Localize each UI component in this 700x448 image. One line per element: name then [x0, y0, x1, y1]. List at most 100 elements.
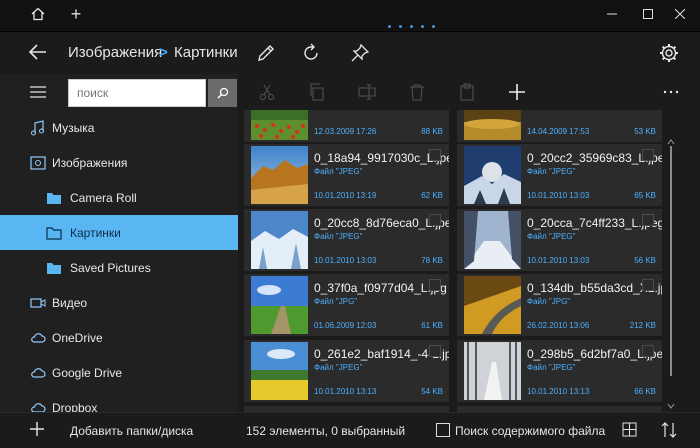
file-size: 61 KB	[421, 321, 443, 330]
file-size: 53 KB	[634, 127, 656, 136]
file-size: 54 KB	[421, 387, 443, 396]
search-button[interactable]	[208, 79, 237, 107]
cloud-icon	[31, 368, 46, 378]
copy-icon[interactable]	[308, 83, 326, 101]
refresh-icon[interactable]	[301, 43, 321, 63]
thumbnail-image	[251, 276, 308, 334]
file-card[interactable]: 0_37f0a_f0977d04_L.jpg Файл "JPG" 01.06.…	[244, 274, 449, 336]
file-date: 01.06.2009 12:03	[314, 321, 377, 330]
file-card[interactable]: 0_20cc2_35969c83_L.jpeg Файл "JPEG" 10.0…	[457, 144, 662, 206]
thumbnail-image	[464, 110, 521, 140]
file-card[interactable]: 0_298b5_6d2bf7a0_L.jpeg Файл "JPEG" 10.0…	[457, 340, 662, 402]
file-size: 62 KB	[421, 191, 443, 200]
home-icon[interactable]	[24, 0, 52, 28]
sort-icon[interactable]	[660, 421, 678, 439]
vertical-scrollbar[interactable]	[664, 110, 700, 412]
select-checkbox[interactable]	[429, 149, 441, 161]
image-icon	[30, 156, 46, 170]
sidebar-item-google-drive[interactable]: Google Drive	[0, 355, 238, 390]
thumbnail-image	[464, 276, 521, 334]
navigation-bar: Изображения > Картинки	[0, 32, 700, 74]
rename-icon[interactable]	[358, 83, 376, 101]
grid-view-icon[interactable]	[622, 422, 638, 438]
file-date: 12.03.2009 17:26	[314, 127, 377, 136]
file-type: Файл "JPEG"	[314, 167, 363, 176]
breadcrumb-images[interactable]: Изображения	[68, 44, 162, 61]
settings-gear-icon[interactable]	[658, 42, 680, 64]
folder-icon	[47, 263, 61, 274]
file-card[interactable]: 14.04.2009 17:53 53 KB	[457, 110, 662, 142]
delete-trash-icon[interactable]	[408, 83, 426, 101]
file-size: 88 KB	[421, 127, 443, 136]
file-date: 10.01.2010 13:13	[527, 387, 590, 396]
thumbnail-image	[251, 211, 308, 269]
sidebar-item-saved-pictures[interactable]: Saved Pictures	[0, 250, 238, 285]
file-card[interactable]: 0_134db_b55da3cd_XL.jpg Файл "JPG" 26.02…	[457, 274, 662, 336]
file-size: 78 KB	[421, 256, 443, 265]
sidebar: Музыка Изображения Camera Roll Картинки …	[0, 74, 238, 448]
select-checkbox[interactable]	[429, 279, 441, 291]
sidebar-item-music[interactable]: Музыка	[0, 110, 238, 145]
select-checkbox[interactable]	[642, 279, 654, 291]
search-input[interactable]	[68, 79, 206, 107]
file-card[interactable]: 0_261e2_baf1914_-4-L.jpeg Файл "JPEG" 10…	[244, 340, 449, 402]
select-checkbox[interactable]	[642, 214, 654, 226]
sidebar-item-onedrive[interactable]: OneDrive	[0, 320, 238, 355]
sidebar-item-pictures[interactable]: Картинки	[0, 215, 238, 250]
sidebar-item-camera-roll[interactable]: Camera Roll	[0, 180, 238, 215]
add-folder-plus-icon[interactable]	[30, 422, 46, 438]
sidebar-item-label: Saved Pictures	[70, 261, 151, 275]
file-card[interactable]: 0_18a94_9917030c_L.jpeg Файл "JPEG" 10.0…	[244, 144, 449, 206]
paste-icon[interactable]	[458, 83, 476, 101]
new-tab-button[interactable]: +	[64, 0, 88, 28]
sidebar-item-label: Dropbox	[52, 401, 98, 412]
sidebar-item-label: Картинки	[70, 226, 121, 240]
content-search-checkbox[interactable]	[436, 423, 450, 437]
file-date: 10.01.2010 13:03	[527, 256, 590, 265]
sidebar-item-label: Музыка	[52, 121, 95, 135]
file-date: 10.01.2010 13:19	[314, 191, 377, 200]
more-options-icon[interactable]	[662, 83, 680, 101]
thumbnail-image	[464, 211, 521, 269]
file-date: 10.01.2010 13:13	[314, 387, 377, 396]
add-new-icon[interactable]	[508, 83, 526, 101]
back-arrow-icon[interactable]	[28, 42, 48, 62]
file-date: 10.01.2010 13:03	[527, 191, 590, 200]
file-size: 56 KB	[634, 256, 656, 265]
select-checkbox[interactable]	[642, 149, 654, 161]
file-size: 212 KB	[629, 321, 656, 330]
file-type: Файл "JPEG"	[527, 232, 576, 241]
drag-handle-dots	[388, 25, 435, 28]
sidebar-item-images[interactable]: Изображения	[0, 145, 238, 180]
file-card[interactable]: 0_20cca_7c4ff233_L.jpeg Файл "JPEG" 10.0…	[457, 209, 662, 271]
sidebar-item-video[interactable]: Видео	[0, 285, 238, 320]
add-folder-drive-link[interactable]: Добавить папки/диска	[70, 424, 193, 438]
hamburger-menu-icon[interactable]	[30, 85, 46, 99]
file-card[interactable]: 12.03.2009 17:26 88 KB	[244, 110, 449, 142]
pin-icon[interactable]	[350, 43, 370, 63]
thumbnail-image	[251, 146, 308, 204]
item-count-text: 152 элементы, 0 выбранный	[246, 424, 406, 438]
cloud-icon	[31, 333, 46, 343]
sidebar-item-dropbox[interactable]: Dropbox	[0, 390, 238, 412]
rename-pencil-icon[interactable]	[256, 43, 276, 63]
title-bar: +	[0, 0, 700, 32]
thumbnail-image	[251, 342, 308, 400]
select-checkbox[interactable]	[429, 214, 441, 226]
select-checkbox[interactable]	[642, 345, 654, 357]
file-grid: 12.03.2009 17:26 88 KB 14.04.2009 17:53 …	[238, 110, 664, 412]
breadcrumb-pictures[interactable]: Картинки	[174, 44, 238, 61]
cut-icon[interactable]	[258, 83, 276, 101]
close-button[interactable]	[660, 0, 700, 28]
content-search-label: Поиск содержимого файла	[455, 424, 606, 438]
thumbnail-image	[251, 110, 308, 140]
sidebar-item-label: Изображения	[52, 156, 128, 170]
thumbnail-image	[464, 342, 521, 400]
file-card[interactable]: 0_20cc8_8d76eca0_L.jpeg Файл "JPEG" 10.0…	[244, 209, 449, 271]
music-icon	[31, 120, 44, 136]
file-type: Файл "JPG"	[314, 297, 358, 306]
sidebar-item-label: Camera Roll	[70, 191, 137, 205]
select-checkbox[interactable]	[429, 345, 441, 357]
sidebar-item-label: OneDrive	[52, 331, 103, 345]
folder-icon	[47, 193, 61, 204]
